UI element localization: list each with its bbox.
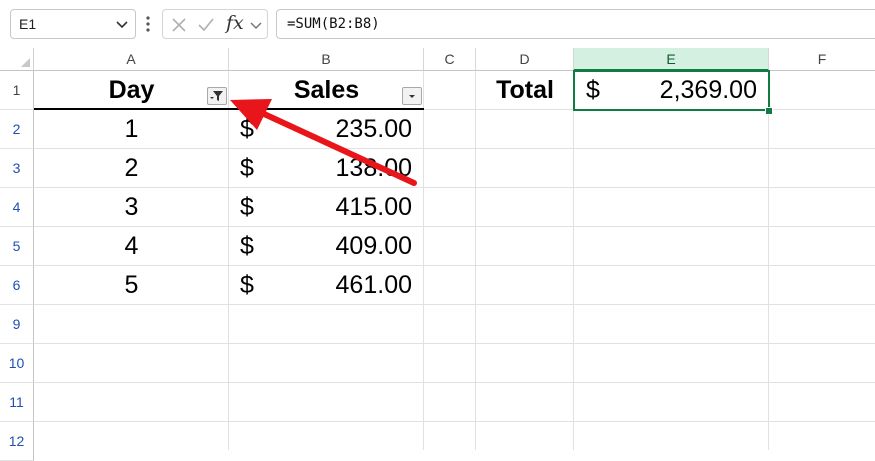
checkmark-icon[interactable]: [197, 16, 215, 34]
cell-b1[interactable]: Sales: [229, 71, 424, 110]
row-header-3[interactable]: 3: [0, 149, 34, 188]
chevron-down-icon[interactable]: [249, 16, 263, 34]
cell-a5[interactable]: 4: [34, 227, 229, 266]
column-header-b[interactable]: B: [229, 48, 424, 71]
chevron-down-icon[interactable]: [115, 17, 129, 31]
cell-b5[interactable]: 409.00: [229, 227, 412, 266]
column-header-e[interactable]: E: [574, 48, 769, 71]
row-header-9[interactable]: 9: [0, 305, 34, 344]
row-header-2[interactable]: 2: [0, 110, 34, 149]
cell-b2[interactable]: 235.00: [229, 110, 412, 149]
cell-a2[interactable]: 1: [34, 110, 229, 149]
column-header-a[interactable]: A: [34, 48, 229, 71]
name-box[interactable]: E1: [10, 9, 136, 39]
close-icon[interactable]: [170, 16, 188, 34]
row-header-5[interactable]: 5: [0, 227, 34, 266]
sales-filter-button[interactable]: [402, 87, 422, 105]
row-header-6[interactable]: 6: [0, 266, 34, 305]
cell-b6[interactable]: 461.00: [229, 266, 412, 305]
gridline: [768, 71, 769, 450]
select-all-button[interactable]: [0, 48, 34, 71]
spreadsheet-grid: A B C D E F 1 2 3 4 5 6 9 10 11 12 Day S…: [0, 48, 875, 461]
formula-buttons: fx: [162, 9, 268, 39]
formula-input[interactable]: =SUM(B2:B8): [276, 9, 875, 39]
formula-bar: E1 fx =SUM(B2:B8): [0, 0, 875, 48]
row-header-12[interactable]: 12: [0, 422, 34, 461]
cell-b4[interactable]: 415.00: [229, 188, 412, 227]
cell-a3[interactable]: 2: [34, 149, 229, 188]
select-all-icon: [21, 58, 30, 67]
row-header-4[interactable]: 4: [0, 188, 34, 227]
column-header-f[interactable]: F: [769, 48, 875, 71]
fill-handle[interactable]: [765, 107, 773, 115]
row-header-11[interactable]: 11: [0, 383, 34, 422]
gridline: [34, 421, 875, 422]
column-header-c[interactable]: C: [424, 48, 476, 71]
active-cell-border: [573, 70, 770, 111]
row-header-1[interactable]: 1: [0, 71, 34, 110]
cell-b3[interactable]: 138.00: [229, 149, 412, 188]
gridline: [34, 343, 875, 344]
column-header-d[interactable]: D: [476, 48, 574, 71]
cell-a1[interactable]: Day: [34, 71, 229, 110]
filter-funnel-icon: [210, 91, 223, 101]
name-box-value: E1: [19, 16, 37, 32]
cell-d1[interactable]: Total: [476, 71, 574, 110]
formula-text: =SUM(B2:B8): [287, 16, 380, 32]
gridline: [475, 71, 476, 450]
gridline: [423, 71, 424, 450]
insert-function-button[interactable]: fx: [226, 12, 244, 34]
more-vertical-icon[interactable]: [146, 15, 150, 33]
gridline: [34, 382, 875, 383]
gridline: [573, 71, 574, 450]
cell-a6[interactable]: 5: [34, 266, 229, 305]
day-filter-button[interactable]: [207, 87, 227, 105]
chevron-down-icon: [409, 95, 415, 98]
cell-a4[interactable]: 3: [34, 188, 229, 227]
row-header-10[interactable]: 10: [0, 344, 34, 383]
